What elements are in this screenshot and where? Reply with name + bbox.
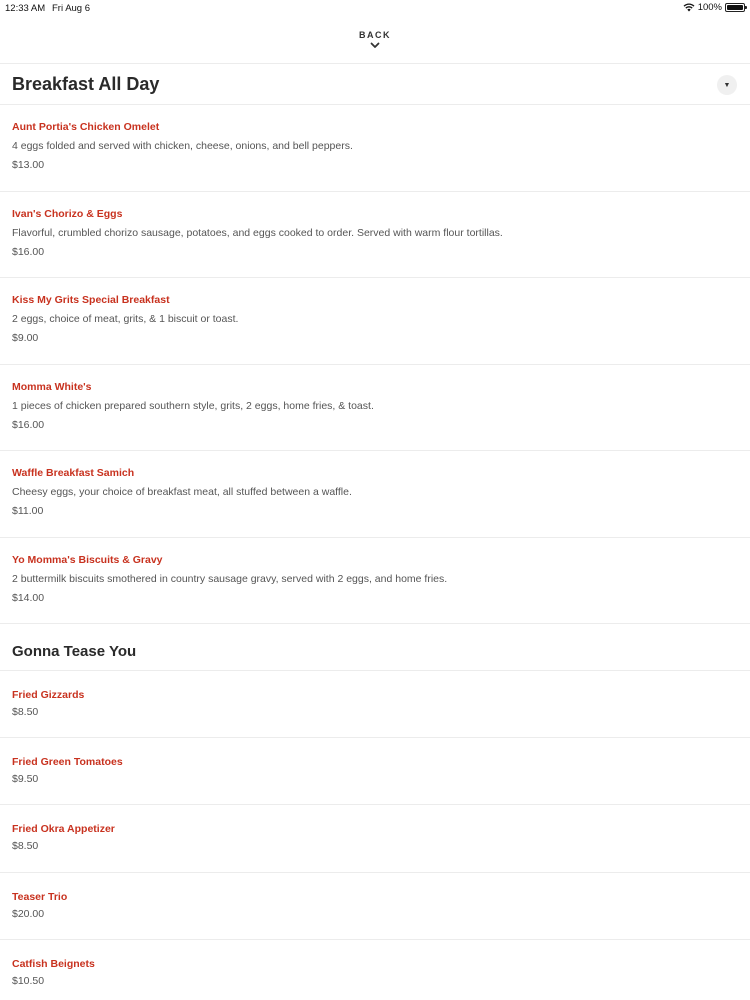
item-name: Fried Gizzards xyxy=(12,689,85,701)
status-indicators: 100% xyxy=(683,2,747,13)
section-header-breakfast: Breakfast All Day ▼ xyxy=(0,64,750,105)
menu-item[interactable]: Catfish Beignets $10.50 xyxy=(0,940,750,1000)
menu-item[interactable]: Momma White's 1 pieces of chicken prepar… xyxy=(0,365,750,451)
back-button[interactable]: BACK xyxy=(0,24,750,64)
menu-item[interactable]: Kiss My Grits Special Breakfast 2 eggs, … xyxy=(0,278,750,365)
item-description: 2 eggs, choice of meat, grits, & 1 biscu… xyxy=(12,313,239,325)
item-description: Flavorful, crumbled chorizo sausage, pot… xyxy=(12,226,503,239)
item-name: Catfish Beignets xyxy=(12,957,95,970)
item-price: $20.00 xyxy=(12,907,45,920)
item-price: $8.50 xyxy=(12,840,39,853)
menu-item[interactable]: Fried Gizzards $8.50 xyxy=(0,671,750,739)
section-title: Gonna Tease You xyxy=(12,643,137,660)
item-description: Cheesy eggs, your choice of breakfast me… xyxy=(12,486,352,498)
menu-item[interactable]: Ivan's Chorizo & Eggs Flavorful, crumble… xyxy=(0,192,750,278)
item-price: $9.00 xyxy=(12,332,39,344)
item-name: Fried Green Tomatoes xyxy=(12,756,123,769)
status-bar: 12:33 AM Fri Aug 6 100% xyxy=(0,0,750,16)
menu-item[interactable]: Aunt Portia's Chicken Omelet 4 eggs fold… xyxy=(0,105,750,192)
wifi-icon xyxy=(683,3,695,12)
menu-item[interactable]: Teaser Trio $20.00 xyxy=(0,873,750,940)
item-name: Ivan's Chorizo & Eggs xyxy=(12,207,123,220)
menu-item[interactable]: Waffle Breakfast Samich Cheesy eggs, you… xyxy=(0,451,750,538)
menu-list: Breakfast All Day ▼ Aunt Portia's Chicke… xyxy=(0,64,750,1000)
item-name: Aunt Portia's Chicken Omelet xyxy=(12,121,160,133)
item-description: 1 pieces of chicken prepared southern st… xyxy=(12,399,374,412)
item-name: Waffle Breakfast Samich xyxy=(12,467,135,479)
section-header-appetizers: Gonna Tease You xyxy=(0,624,750,671)
item-name: Teaser Trio xyxy=(12,890,68,903)
back-label: BACK xyxy=(359,30,391,40)
item-price: $16.00 xyxy=(12,245,45,258)
item-price: $13.00 xyxy=(12,159,45,171)
item-price: $14.00 xyxy=(12,591,45,604)
item-price: $8.50 xyxy=(12,706,39,718)
item-description: 2 buttermilk biscuits smothered in count… xyxy=(12,572,448,585)
battery-percent: 100% xyxy=(697,2,722,13)
item-price: $11.00 xyxy=(12,505,44,517)
chevron-down-icon xyxy=(370,42,380,48)
status-time: 12:33 AM xyxy=(5,3,46,14)
menu-item[interactable]: Fried Green Tomatoes $9.50 xyxy=(0,738,750,806)
battery-icon xyxy=(725,3,747,12)
item-description: 4 eggs folded and served with chicken, c… xyxy=(12,140,353,152)
section-title: Breakfast All Day xyxy=(12,74,160,94)
item-name: Momma White's xyxy=(12,380,92,393)
section-dropdown-button[interactable]: ▼ xyxy=(717,75,737,95)
item-price: $9.50 xyxy=(12,773,39,786)
item-price: $16.00 xyxy=(12,418,45,431)
caret-down-icon: ▼ xyxy=(723,81,731,89)
status-date: Fri Aug 6 xyxy=(52,3,91,14)
item-name: Fried Okra Appetizer xyxy=(12,823,115,836)
item-name: Kiss My Grits Special Breakfast xyxy=(12,294,170,306)
item-name: Yo Momma's Biscuits & Gravy xyxy=(12,553,163,566)
item-price: $10.50 xyxy=(12,974,45,987)
menu-item[interactable]: Yo Momma's Biscuits & Gravy 2 buttermilk… xyxy=(0,538,750,624)
menu-item[interactable]: Fried Okra Appetizer $8.50 xyxy=(0,805,750,873)
